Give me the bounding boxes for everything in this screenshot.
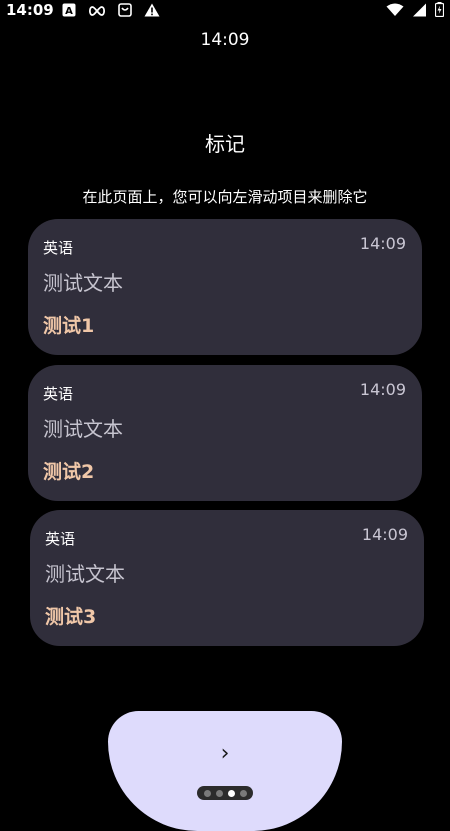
card-language: 英语 [43, 239, 74, 257]
bookmark-card[interactable]: 英语 14:09 测试文本 测试1 [28, 219, 422, 355]
status-icons-right [386, 2, 445, 21]
card-label: 测试2 [43, 461, 95, 483]
chevron-right-icon[interactable]: › [108, 734, 342, 774]
card-text: 测试文本 [45, 562, 125, 586]
signal-icon [412, 2, 427, 21]
card-language: 英语 [45, 530, 76, 548]
card-label: 测试3 [45, 606, 97, 628]
page-dot [215, 789, 223, 797]
status-icons-left: A [62, 2, 160, 21]
page-dot-active [227, 789, 235, 797]
page-indicator [197, 786, 253, 800]
status-time: 14:09 [6, 1, 54, 19]
warning-icon [144, 2, 160, 21]
card-time: 14:09 [359, 380, 406, 399]
card-text: 测试文本 [43, 417, 123, 441]
page-dot [203, 789, 211, 797]
watch-time: 14:09 [200, 30, 250, 50]
bookmark-card[interactable]: 英语 14:09 测试文本 测试2 [28, 365, 422, 501]
card-time: 14:09 [361, 525, 408, 544]
page-hint: 在此页面上，您可以向左滑动项目来删除它 [82, 188, 368, 206]
font-a-icon: A [62, 2, 76, 21]
battery-charging-icon [434, 2, 445, 21]
svg-text:A: A [65, 6, 73, 17]
page-title: 标记 [205, 132, 245, 156]
page-dot [239, 789, 247, 797]
status-bar: 14:09 A [0, 0, 450, 22]
wifi-icon [386, 2, 404, 21]
shopping-bag-icon [118, 2, 132, 21]
card-time: 14:09 [359, 234, 406, 253]
card-language: 英语 [43, 385, 74, 403]
card-text: 测试文本 [43, 271, 123, 295]
bookmark-card[interactable]: 英语 14:09 测试文本 测试3 [30, 510, 424, 646]
infinity-icon [88, 2, 106, 21]
card-label: 测试1 [43, 315, 95, 337]
